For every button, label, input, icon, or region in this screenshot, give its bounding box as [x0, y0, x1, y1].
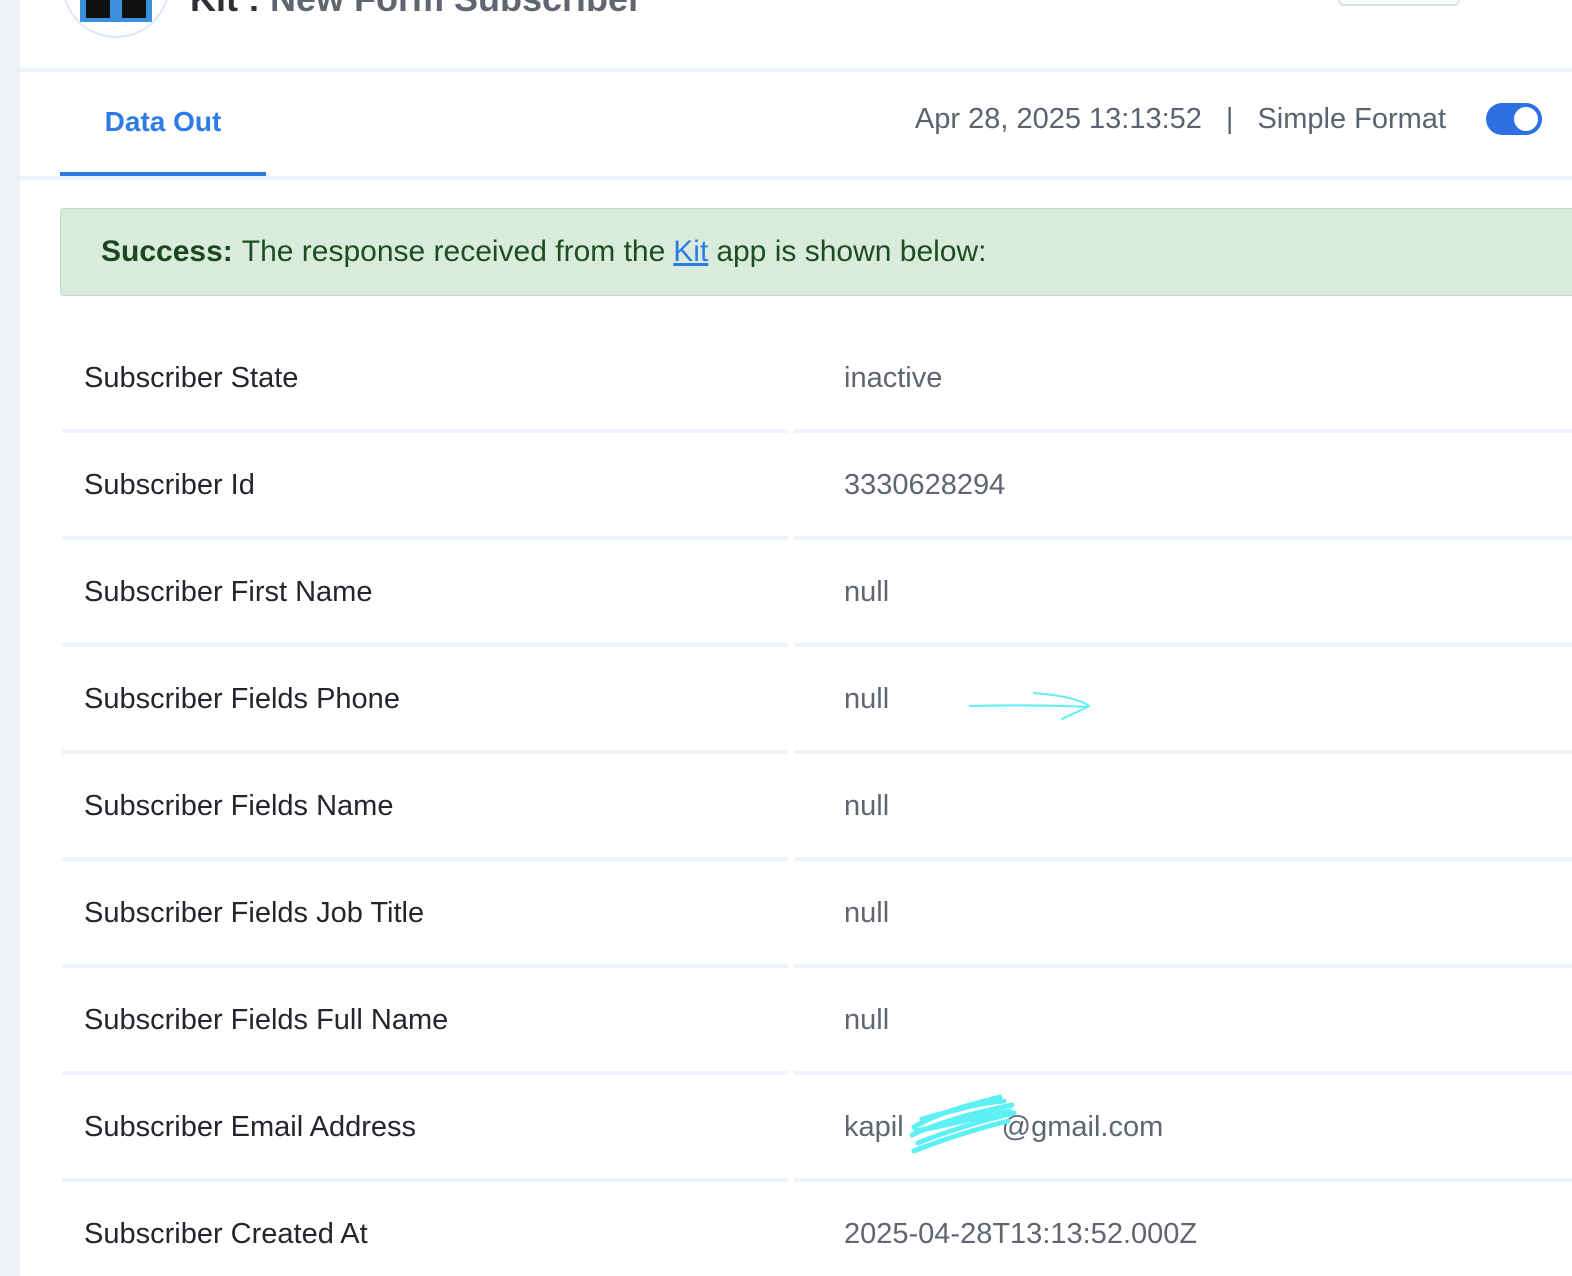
field-value: null: [844, 1004, 890, 1036]
key-cell: Subscriber Fields Name: [62, 754, 788, 861]
value-cell: null: [794, 861, 1572, 968]
annotation-arrow-icon: [969, 692, 1091, 720]
value-cell: 2025-04-28T13:13:52.000Z: [794, 1182, 1572, 1276]
field-key: Subscriber State: [84, 362, 299, 394]
key-cell: Subscriber First Name: [62, 540, 788, 647]
field-key: Subscriber Fields Name: [84, 790, 394, 822]
value-cell: 3330628294: [794, 433, 1572, 540]
field-value: 2025-04-28T13:13:52.000Z: [844, 1218, 1198, 1250]
key-cell: Subscriber Created At: [62, 1182, 788, 1276]
field-value: null: [844, 683, 890, 715]
meta-separator: |: [1225, 102, 1234, 135]
response-timestamp: Apr 28, 2025 13:13:52: [914, 102, 1202, 135]
data-out-table: Subscriber State inactive Subscriber Id …: [62, 326, 1572, 1276]
kit-app-link[interactable]: Kit: [673, 235, 708, 269]
value-cell: null: [794, 540, 1572, 647]
table-row: Subscriber Fields Name null: [62, 754, 1572, 861]
field-key: Subscriber Fields Full Name: [84, 1004, 449, 1036]
field-value: null: [844, 576, 890, 608]
table-row: Subscriber Created At 2025-04-28T13:13:5…: [62, 1182, 1572, 1276]
field-key: Subscriber First Name: [84, 576, 373, 608]
key-cell: Subscriber Email Address: [62, 1075, 788, 1182]
value-cell: null: [794, 968, 1572, 1075]
key-cell: Subscriber Fields Job Title: [62, 861, 788, 968]
field-key: Subscriber Email Address: [84, 1111, 417, 1143]
alert-text-before: The response received from the: [241, 235, 666, 268]
step-title-event: New Form Subscriber: [270, 0, 642, 19]
table-row: Subscriber Fields Job Title null: [62, 861, 1572, 968]
logo-shape-notch: [110, 0, 122, 18]
field-key: Subscriber Fields Job Title: [84, 897, 425, 929]
value-cell: null: [794, 647, 1572, 754]
email-value: kapil @gmail.com: [844, 1111, 1163, 1144]
value-cell: null: [794, 754, 1572, 861]
field-value: 3330628294: [844, 469, 1006, 501]
key-cell: Subscriber State: [62, 326, 788, 433]
alert-text-after: app is shown below:: [716, 235, 987, 268]
success-alert: Success: The response received from the …: [60, 208, 1572, 296]
toggle-knob: [1514, 107, 1538, 131]
table-row: Subscriber Email Address kapil @gmail.com: [62, 1075, 1572, 1182]
key-cell: Subscriber Fields Phone: [62, 647, 788, 754]
email-domain: @gmail.com: [1001, 1111, 1164, 1143]
alert-strong: Success:: [101, 235, 233, 268]
table-row: Subscriber State inactive: [62, 326, 1572, 433]
output-panel: Kit : New Form Subscriber Data Out Apr 2…: [20, 0, 1572, 1276]
simple-format-toggle[interactable]: [1486, 103, 1542, 135]
key-cell: Subscriber Id: [62, 433, 788, 540]
table-row: Subscriber Fields Phone null: [62, 647, 1572, 754]
field-value: null: [844, 897, 890, 929]
simple-format-label: Simple Format: [1257, 102, 1446, 135]
header-action-button[interactable]: [1338, 0, 1460, 6]
kit-app-logo: [62, 0, 170, 38]
tab-bar: Data Out Apr 28, 2025 13:13:52 | Simple …: [20, 72, 1572, 180]
key-cell: Subscriber Fields Full Name: [62, 968, 788, 1075]
table-row: Subscriber Id 3330628294: [62, 433, 1572, 540]
field-key: Subscriber Id: [84, 469, 255, 501]
response-meta: Apr 28, 2025 13:13:52 | Simple Format: [915, 98, 1542, 140]
table-row: Subscriber First Name null: [62, 540, 1572, 647]
field-value: null: [844, 790, 890, 822]
value-cell: kapil @gmail.com: [794, 1075, 1572, 1182]
table-row: Subscriber Fields Full Name null: [62, 968, 1572, 1075]
value-cell: inactive: [794, 326, 1572, 433]
step-title-app: Kit :: [190, 0, 270, 19]
field-key: Subscriber Created At: [84, 1218, 368, 1250]
step-title: Kit : New Form Subscriber: [190, 0, 642, 20]
field-key: Subscriber Fields Phone: [84, 683, 400, 715]
email-prefix: kapil: [844, 1111, 904, 1143]
tab-data-out[interactable]: Data Out: [60, 72, 266, 176]
step-header: Kit : New Form Subscriber: [20, 0, 1572, 72]
field-value: inactive: [844, 362, 943, 394]
